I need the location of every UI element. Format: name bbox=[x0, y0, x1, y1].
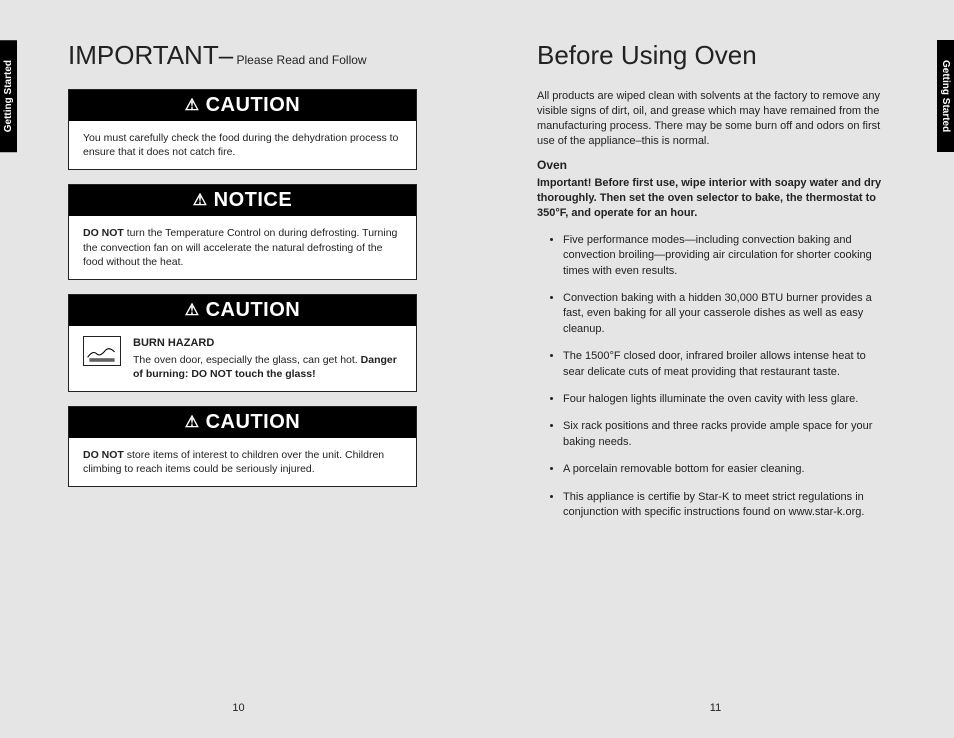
alert-body: BURN HAZARD The oven door, especially th… bbox=[69, 326, 416, 391]
page-left: IMPORTANT– Please Read and Follow ⚠ CAUTI… bbox=[0, 0, 477, 738]
spread: IMPORTANT– Please Read and Follow ⚠ CAUTI… bbox=[0, 0, 954, 738]
hazard-title: BURN HAZARD bbox=[133, 336, 402, 351]
list-item: A porcelain removable bottom for easier … bbox=[563, 462, 886, 477]
list-item: The 1500°F closed door, infrared broiler… bbox=[563, 349, 886, 380]
alert-body-rest: turn the Temperature Control on during d… bbox=[83, 227, 397, 267]
list-item: Four halogen lights illuminate the oven … bbox=[563, 392, 886, 407]
alert-body: DO NOT turn the Temperature Control on d… bbox=[69, 216, 416, 279]
alert-bold-prefix: DO NOT bbox=[83, 227, 124, 239]
left-heading-main: IMPORTANT– bbox=[68, 40, 233, 70]
alert-header: ⚠ CAUTION bbox=[69, 90, 416, 121]
left-heading-sub: Please Read and Follow bbox=[233, 53, 366, 67]
warning-icon: ⚠ bbox=[185, 300, 200, 320]
page-number-right: 11 bbox=[710, 702, 721, 714]
right-subhead: Oven bbox=[537, 158, 886, 172]
warning-icon: ⚠ bbox=[185, 412, 200, 432]
alert-header: ⚠ CAUTION bbox=[69, 295, 416, 326]
alert-caution-1: ⚠ CAUTION You must carefully check the fo… bbox=[68, 89, 417, 170]
alert-header-text: CAUTION bbox=[206, 411, 301, 433]
hazard-text-a: The oven door, especially the glass, can… bbox=[133, 354, 361, 366]
alert-header: ⚠ NOTICE bbox=[69, 185, 416, 216]
right-intro: All products are wiped clean with solven… bbox=[537, 89, 886, 148]
list-item: Convection baking with a hidden 30,000 B… bbox=[563, 291, 886, 337]
alert-body-rest: store items of interest to children over… bbox=[83, 449, 384, 475]
alert-bold-prefix: DO NOT bbox=[83, 449, 124, 461]
alert-caution-children: ⚠ CAUTION DO NOT store items of interest … bbox=[68, 406, 417, 487]
alert-header-text: CAUTION bbox=[206, 94, 301, 116]
list-item: Six rack positions and three racks provi… bbox=[563, 419, 886, 450]
list-item: This appliance is certifie by Star-K to … bbox=[563, 490, 886, 521]
warning-icon: ⚠ bbox=[193, 190, 208, 210]
alert-header-text: CAUTION bbox=[206, 299, 301, 321]
page-number-left: 10 bbox=[232, 702, 244, 714]
alert-body: You must carefully check the food during… bbox=[69, 121, 416, 169]
alert-caution-burn: ⚠ CAUTION BURN HAZARD The oven door, espe… bbox=[68, 294, 417, 392]
alert-header-text: NOTICE bbox=[214, 189, 293, 211]
burn-hazard-icon bbox=[83, 336, 121, 366]
warning-icon: ⚠ bbox=[185, 95, 200, 115]
alert-header: ⚠ CAUTION bbox=[69, 407, 416, 438]
right-important: Important! Before first use, wipe interi… bbox=[537, 176, 886, 221]
left-heading: IMPORTANT– Please Read and Follow bbox=[68, 40, 417, 71]
feature-list: Five performance modes—including convect… bbox=[537, 233, 886, 520]
list-item: Five performance modes—including convect… bbox=[563, 233, 886, 279]
hazard-text-block: BURN HAZARD The oven door, especially th… bbox=[133, 336, 402, 381]
alert-body: DO NOT store items of interest to childr… bbox=[69, 438, 416, 486]
alert-notice: ⚠ NOTICE DO NOT turn the Temperature Cont… bbox=[68, 184, 417, 280]
right-heading: Before Using Oven bbox=[537, 40, 886, 71]
page-right: Before Using Oven All products are wiped… bbox=[477, 0, 954, 738]
